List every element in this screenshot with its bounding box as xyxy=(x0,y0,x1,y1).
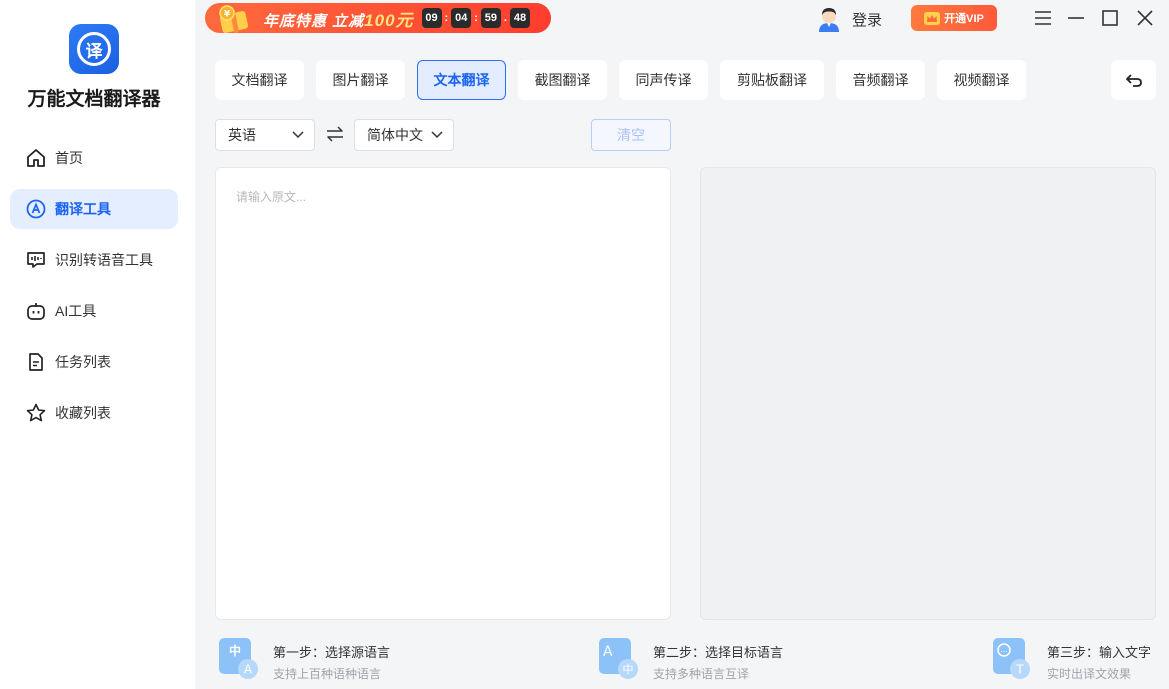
target-language-step-icon: A 中 xyxy=(599,638,638,679)
step-subtitle: 支持上百种语种语言 xyxy=(273,667,382,681)
sidebar-item-home[interactable]: 首页 xyxy=(10,138,178,178)
target-language-select[interactable]: 简体中文 xyxy=(354,119,454,151)
timer-hours: 09 xyxy=(421,8,442,28)
sidebar: 译 万能文档翻译器 首页 翻译工具 识别转语音工具 AI工具 任务列表 收藏列表 xyxy=(0,0,195,689)
tab-simultaneous-interpretation[interactable]: 同声传译 xyxy=(619,60,708,100)
sidebar-nav: 首页 翻译工具 识别转语音工具 AI工具 任务列表 收藏列表 xyxy=(10,138,178,444)
step-icon-badge: A xyxy=(244,663,253,677)
sidebar-item-label: 识别转语音工具 xyxy=(55,252,153,268)
step-title: 第一步：选择源语言 xyxy=(273,645,391,660)
undo-icon xyxy=(1125,74,1142,87)
logo-glyph: 译 xyxy=(77,32,111,66)
menu-icon[interactable] xyxy=(1033,8,1053,28)
tab-document-translate[interactable]: 文档翻译 xyxy=(215,60,304,100)
star-icon xyxy=(25,402,47,424)
chevron-down-icon xyxy=(292,131,304,139)
promo-banner[interactable]: ¥ 年底特惠 立减100元 09: 04: 59. 48 xyxy=(205,3,551,34)
step-title: 第三步：输入文字 xyxy=(1047,645,1152,660)
tab-clipboard-translate[interactable]: 剪贴板翻译 xyxy=(720,60,824,100)
step-2: A 中 第二步：选择目标语言 支持多种语言互译 xyxy=(599,638,939,684)
sidebar-item-label: 翻译工具 xyxy=(55,201,111,217)
step-icon-main: A xyxy=(603,644,613,660)
translate-icon xyxy=(25,198,47,220)
step-1: 中 A 第一步：选择源语言 支持上百种语种语言 xyxy=(219,638,549,684)
home-icon xyxy=(25,147,47,169)
tab-screenshot-translate[interactable]: 截图翻译 xyxy=(518,60,607,100)
crown-icon xyxy=(924,11,941,25)
timer-centiseconds: 48 xyxy=(509,8,530,28)
source-language-step-icon: 中 A xyxy=(219,638,258,679)
sidebar-item-label: AI工具 xyxy=(55,303,97,319)
close-icon[interactable] xyxy=(1135,8,1155,28)
swap-languages-icon[interactable] xyxy=(325,124,345,144)
step-icon-badge: 中 xyxy=(623,663,634,676)
sidebar-item-label: 首页 xyxy=(55,150,83,166)
step-icon-badge: T xyxy=(1015,663,1024,677)
chevron-down-icon xyxy=(431,131,443,139)
sidebar-item-task-list[interactable]: 任务列表 xyxy=(10,342,178,382)
speech-icon xyxy=(25,249,47,271)
clear-button[interactable]: 清空 xyxy=(591,119,671,151)
source-text-panel xyxy=(215,167,671,620)
translation-output-panel xyxy=(700,167,1156,620)
sidebar-item-favorites[interactable]: 收藏列表 xyxy=(10,393,178,433)
back-button[interactable] xyxy=(1111,60,1156,100)
open-vip-button[interactable]: 开通VIP xyxy=(911,5,997,31)
step-3: … T 第三步：输入文字 实时出译文效果 xyxy=(993,638,1169,684)
maximize-icon[interactable] xyxy=(1100,8,1120,28)
step-icon-main: … xyxy=(1001,646,1008,654)
countdown-timer: 09: 04: 59. 48 xyxy=(421,8,530,28)
login-link[interactable]: 登录 xyxy=(852,9,882,30)
source-text-input[interactable] xyxy=(216,168,670,619)
tab-text-translate[interactable]: 文本翻译 xyxy=(417,60,506,100)
timer-minutes: 04 xyxy=(451,8,472,28)
source-language-value: 英语 xyxy=(228,127,256,143)
task-list-icon xyxy=(25,351,47,373)
avatar[interactable] xyxy=(817,6,841,32)
sidebar-item-label: 收藏列表 xyxy=(55,405,111,421)
svg-text:¥: ¥ xyxy=(224,10,231,20)
tab-image-translate[interactable]: 图片翻译 xyxy=(316,60,405,100)
tab-audio-translate[interactable]: 音频翻译 xyxy=(836,60,925,100)
vip-label: 开通VIP xyxy=(944,13,984,25)
step-icon-main: 中 xyxy=(229,643,241,658)
timer-seconds: 59 xyxy=(480,8,501,28)
promo-text: 年底特惠 立减100元 xyxy=(263,6,414,31)
source-language-select[interactable]: 英语 xyxy=(215,119,315,151)
sidebar-item-translate-tool[interactable]: 翻译工具 xyxy=(10,189,178,229)
sidebar-item-label: 任务列表 xyxy=(55,354,111,370)
tab-video-translate[interactable]: 视频翻译 xyxy=(937,60,1026,100)
app-logo: 译 xyxy=(69,24,119,74)
robot-icon xyxy=(25,300,47,322)
promo-text-b: 100元 xyxy=(364,10,414,30)
gift-coin-icon: ¥ xyxy=(219,5,249,34)
input-text-step-icon: … T xyxy=(993,638,1030,679)
step-subtitle: 支持多种语言互译 xyxy=(653,667,750,681)
sidebar-item-ai-tool[interactable]: AI工具 xyxy=(10,291,178,331)
step-title: 第二步：选择目标语言 xyxy=(653,645,784,660)
sidebar-item-speech-tool[interactable]: 识别转语音工具 xyxy=(10,240,178,280)
step-subtitle: 实时出译文效果 xyxy=(1047,667,1132,681)
minimize-icon[interactable] xyxy=(1066,8,1086,28)
target-language-value: 简体中文 xyxy=(367,127,423,143)
app-title: 万能文档翻译器 xyxy=(27,89,161,110)
promo-text-a: 年底特惠 立减 xyxy=(263,12,365,30)
